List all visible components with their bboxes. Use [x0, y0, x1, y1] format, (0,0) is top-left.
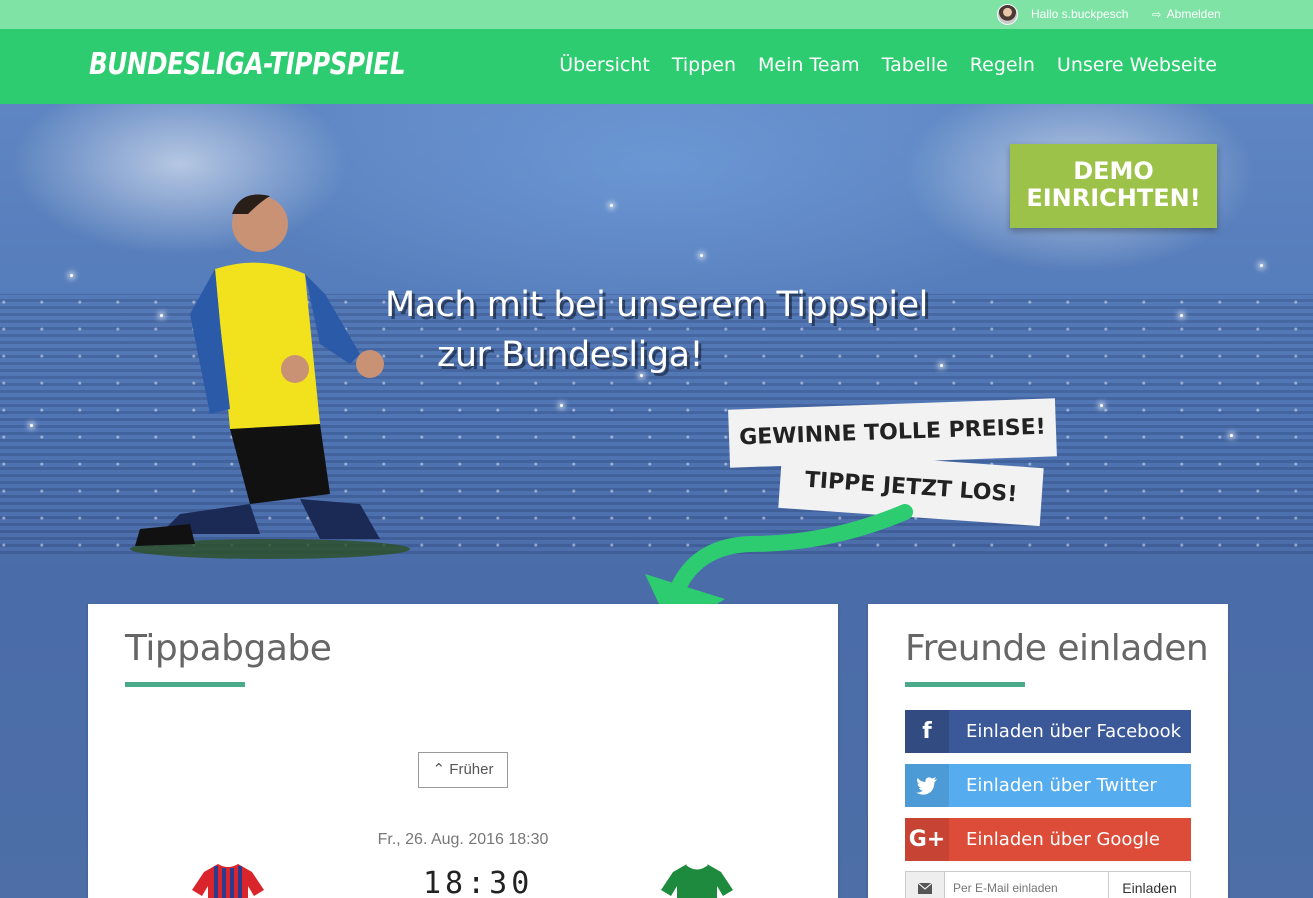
invite-title: Freunde einladen [905, 628, 1209, 669]
main-nav: Übersicht Tippen Mein Team Tabelle Regel… [559, 54, 1217, 76]
tippabgabe-title: Tippabgabe [125, 628, 332, 669]
nav-item-tabelle[interactable]: Tabelle [882, 54, 948, 76]
nav-item-regeln[interactable]: Regeln [970, 54, 1035, 76]
title-underline [125, 682, 245, 687]
google-plus-icon: G+ [905, 818, 949, 861]
user-greeting: Hallo s.buckpesch [1031, 7, 1129, 21]
nav-item-tippen[interactable]: Tippen [672, 54, 736, 76]
nav-item-uebersicht[interactable]: Übersicht [559, 54, 650, 76]
title-underline [905, 682, 1025, 687]
chevron-up-icon: ⌃ [432, 761, 446, 778]
invite-friends-card: Freunde einladen f Einladen über Faceboo… [868, 604, 1228, 898]
envelope-icon [905, 871, 945, 898]
hero-headline-line1: Mach mit bei unserem Tippspiel [385, 285, 928, 325]
invite-twitter-label: Einladen über Twitter [966, 775, 1157, 796]
demo-setup-button[interactable]: DEMO EINRICHTEN! [1010, 144, 1217, 228]
main-navbar: BUNDESLIGA-TIPPSPIEL Übersicht Tippen Me… [0, 29, 1313, 104]
logout-link[interactable]: ⇨ Abmelden [1152, 7, 1221, 21]
player-image [130, 194, 410, 559]
demo-button-line2: EINRICHTEN! [1026, 184, 1201, 212]
earlier-button-label: Früher [449, 761, 494, 778]
facebook-icon: f [905, 710, 949, 753]
invite-facebook-button[interactable]: f Einladen über Facebook [905, 710, 1191, 753]
logout-icon: ⇨ [1152, 9, 1162, 21]
invite-twitter-button[interactable]: Einladen über Twitter [905, 764, 1191, 807]
brand-logo[interactable]: BUNDESLIGA-TIPPSPIEL [89, 47, 405, 82]
hero-headline: Mach mit bei unserem Tippspiel zur Bunde… [385, 280, 928, 380]
match-time: 18:30 [423, 866, 534, 898]
demo-button-line1: DEMO [1073, 157, 1154, 185]
home-jersey [192, 864, 264, 898]
tippabgabe-card: Tippabgabe ⌃ Früher Fr., 26. Aug. 2016 1… [88, 604, 838, 898]
email-invite-group: Einladen [905, 871, 1191, 898]
invite-google-label: Einladen über Google [966, 829, 1160, 850]
twitter-icon [905, 764, 949, 807]
invite-google-button[interactable]: G+ Einladen über Google [905, 818, 1191, 861]
invite-facebook-label: Einladen über Facebook [966, 721, 1182, 742]
logout-label: Abmelden [1166, 7, 1221, 21]
email-invite-button[interactable]: Einladen [1109, 871, 1191, 898]
nav-item-webseite[interactable]: Unsere Webseite [1057, 54, 1217, 76]
earlier-button[interactable]: ⌃ Früher [418, 752, 508, 788]
nav-item-mein-team[interactable]: Mein Team [758, 54, 860, 76]
email-invite-input[interactable] [945, 871, 1109, 898]
match-date: Fr., 26. Aug. 2016 18:30 [377, 831, 549, 848]
user-avatar[interactable] [997, 4, 1018, 25]
user-bar: Hallo s.buckpesch ⇨ Abmelden [0, 0, 1313, 29]
hero-headline-line2: zur Bundesliga! [437, 335, 704, 375]
away-jersey [661, 862, 733, 898]
